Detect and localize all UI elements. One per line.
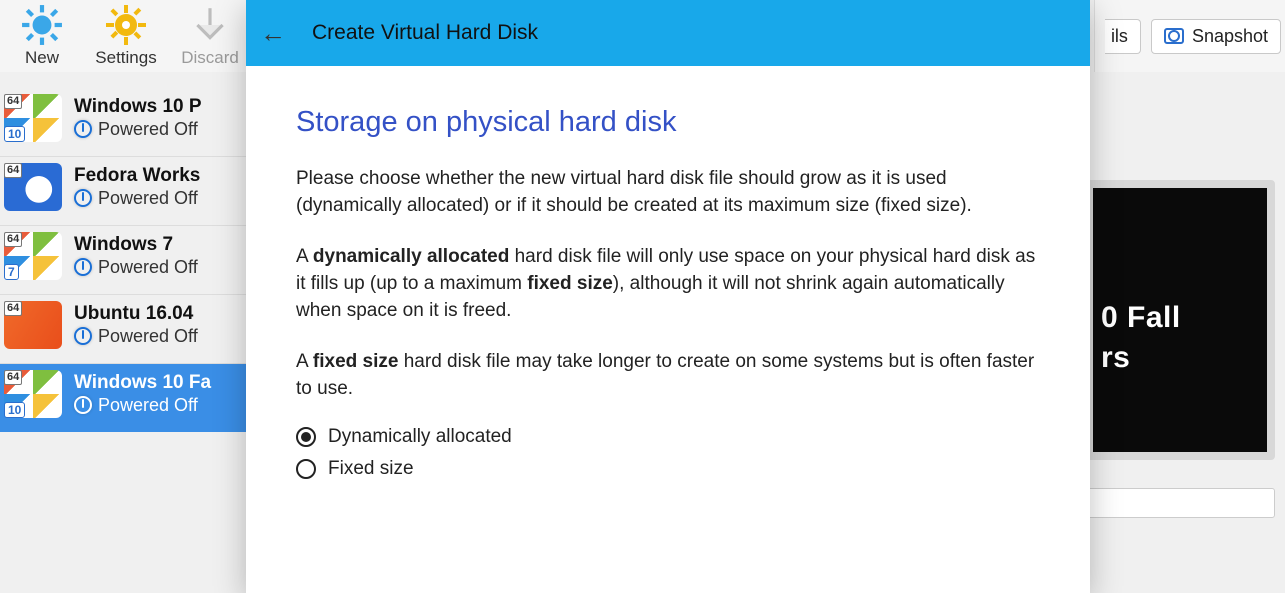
power-icon: [74, 120, 92, 138]
dialog-heading: Storage on physical hard disk: [296, 106, 1040, 139]
power-icon: [74, 189, 92, 207]
radio-icon: [296, 427, 316, 447]
gear-icon: [84, 2, 168, 48]
vm-item[interactable]: 64 Fedora WorksPowered Off: [0, 156, 260, 225]
radio-icon: [296, 459, 316, 479]
vm-item[interactable]: 64 Ubuntu 16.04Powered Off: [0, 294, 260, 363]
dialog-paragraph-2: A dynamically allocated hard disk file w…: [296, 243, 1040, 324]
vm-os-icon: 6410: [4, 370, 62, 418]
tab-snapshots[interactable]: Snapshot: [1151, 19, 1281, 54]
vm-name: Windows 10 P: [74, 96, 202, 118]
vm-item[interactable]: 6410 Windows 10 FaPowered Off: [0, 363, 260, 432]
vm-item[interactable]: 6410 Windows 10 PPowered Off: [0, 88, 260, 156]
vm-os-icon: 64: [4, 163, 62, 211]
dialog-title: Create Virtual Hard Disk: [312, 21, 538, 45]
option-dynamic[interactable]: Dynamically allocated: [296, 426, 1040, 448]
preview-line2: rs: [1101, 338, 1259, 378]
discard-arrow-icon: [168, 2, 252, 48]
option-fixed-label: Fixed size: [328, 458, 414, 480]
preview-line1: 0 Fall: [1101, 298, 1259, 338]
right-header: ils Snapshot: [1094, 0, 1285, 72]
tab-details[interactable]: ils: [1105, 19, 1141, 54]
vm-os-icon: 647: [4, 232, 62, 280]
allocation-options: Dynamically allocated Fixed size: [296, 426, 1040, 480]
vm-list: 6410 Windows 10 PPowered Off 64 Fedora W…: [0, 88, 260, 432]
dialog-header: ← Create Virtual Hard Disk: [246, 0, 1090, 66]
settings-button[interactable]: Settings: [84, 2, 168, 72]
back-arrow-icon[interactable]: ←: [260, 20, 286, 46]
new-label: New: [25, 48, 59, 67]
vm-state: Powered Off: [74, 187, 200, 209]
vm-state: Powered Off: [74, 394, 211, 416]
discard-label: Discard: [181, 48, 239, 67]
vm-name: Ubuntu 16.04: [74, 303, 198, 325]
vm-state: Powered Off: [74, 118, 202, 140]
power-icon: [74, 327, 92, 345]
vm-name: Fedora Works: [74, 165, 200, 187]
power-icon: [74, 258, 92, 276]
create-vhd-dialog: ← Create Virtual Hard Disk Storage on ph…: [246, 0, 1090, 593]
vm-preview-thumbnail: 0 Fall rs: [1085, 180, 1275, 460]
tab-snapshots-label: Snapshot: [1192, 26, 1268, 47]
vm-os-icon: 6410: [4, 94, 62, 142]
sun-new-icon: [0, 2, 84, 48]
vm-state: Powered Off: [74, 256, 198, 278]
vm-item[interactable]: 647 Windows 7Powered Off: [0, 225, 260, 294]
power-icon: [74, 396, 92, 414]
vm-state: Powered Off: [74, 325, 198, 347]
camera-icon: [1164, 28, 1184, 44]
preview-caption-strip: [1085, 488, 1275, 518]
main-toolbar: New Settings Discard: [0, 0, 260, 72]
option-dynamic-label: Dynamically allocated: [328, 426, 512, 448]
vm-os-icon: 64: [4, 301, 62, 349]
vm-name: Windows 7: [74, 234, 198, 256]
tab-details-label: ils: [1111, 26, 1128, 47]
dialog-paragraph-3: A fixed size hard disk file may take lon…: [296, 348, 1040, 402]
option-fixed[interactable]: Fixed size: [296, 458, 1040, 480]
new-button[interactable]: New: [0, 2, 84, 72]
discard-button[interactable]: Discard: [168, 2, 252, 72]
vm-name: Windows 10 Fa: [74, 372, 211, 394]
dialog-paragraph-1: Please choose whether the new virtual ha…: [296, 165, 1040, 219]
settings-label: Settings: [95, 48, 156, 67]
